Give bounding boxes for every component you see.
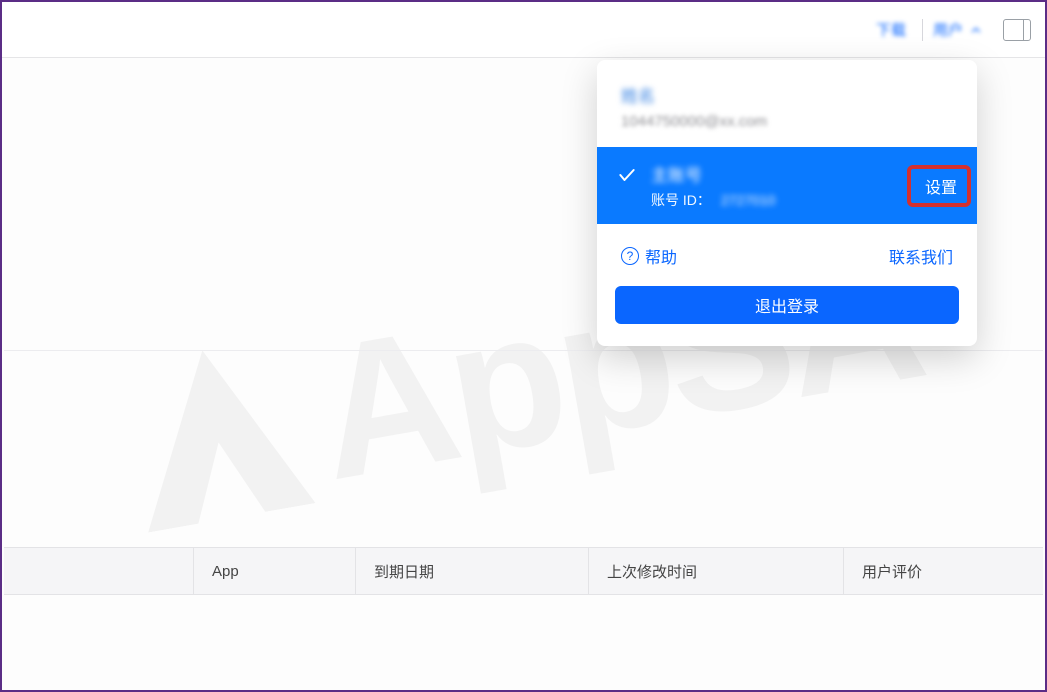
column-header-rating[interactable]: 用户评价 xyxy=(844,548,1043,594)
column-header-app[interactable]: App xyxy=(194,548,356,594)
contact-label: 联系我们 xyxy=(889,244,953,268)
panel-toggle-icon[interactable] xyxy=(1003,19,1031,41)
dropdown-selected-account[interactable]: 主账号 账号 ID： 2727010 设置 xyxy=(597,147,977,224)
topbar: 下载 用户 xyxy=(2,2,1045,58)
selected-account-title: 主账号 xyxy=(651,161,957,186)
account-id-label: 账号 ID： xyxy=(651,190,711,210)
dropdown-user-email: 1044750000@xx.com xyxy=(621,113,767,130)
help-link[interactable]: ? 帮助 xyxy=(621,244,677,268)
topbar-divider xyxy=(922,19,923,41)
dropdown-logout: 退出登录 xyxy=(597,276,977,346)
logout-button[interactable]: 退出登录 xyxy=(615,286,959,324)
column-header-expiry[interactable]: 到期日期 xyxy=(356,548,589,594)
dropdown-links: ? 帮助 联系我们 xyxy=(597,224,977,276)
column-header-modified[interactable]: 上次修改时间 xyxy=(589,548,844,594)
table-header: App 到期日期 上次修改时间 用户评价 xyxy=(4,547,1043,595)
chevron-up-icon xyxy=(969,23,983,37)
topbar-link[interactable]: 下载 xyxy=(870,15,912,44)
help-icon: ? xyxy=(621,247,639,265)
dropdown-user-name: 姓名 xyxy=(621,82,655,107)
user-dropdown: 姓名 1044750000@xx.com 主账号 账号 ID： 2727010 … xyxy=(597,60,977,346)
contact-link[interactable]: 联系我们 xyxy=(889,244,953,268)
account-id-value: 2727010 xyxy=(721,192,776,208)
column-spacer xyxy=(4,548,194,594)
help-label: 帮助 xyxy=(645,244,677,268)
section-divider xyxy=(4,350,1043,351)
selected-account-id-row: 账号 ID： 2727010 xyxy=(651,190,957,210)
topbar-user-label: 用户 xyxy=(933,19,963,40)
settings-button[interactable]: 设置 xyxy=(915,174,967,203)
selected-account-body: 主账号 账号 ID： 2727010 xyxy=(651,161,957,210)
topbar-user-menu[interactable]: 用户 xyxy=(933,19,983,40)
settings-wrap: 设置 xyxy=(915,174,967,198)
app-frame: AppSA 下载 用户 App 到期日期 上次修改时间 用户评价 姓名 1044… xyxy=(0,0,1047,692)
watermark-logo xyxy=(118,336,315,533)
dropdown-header: 姓名 1044750000@xx.com xyxy=(597,60,977,147)
check-icon xyxy=(617,165,637,185)
